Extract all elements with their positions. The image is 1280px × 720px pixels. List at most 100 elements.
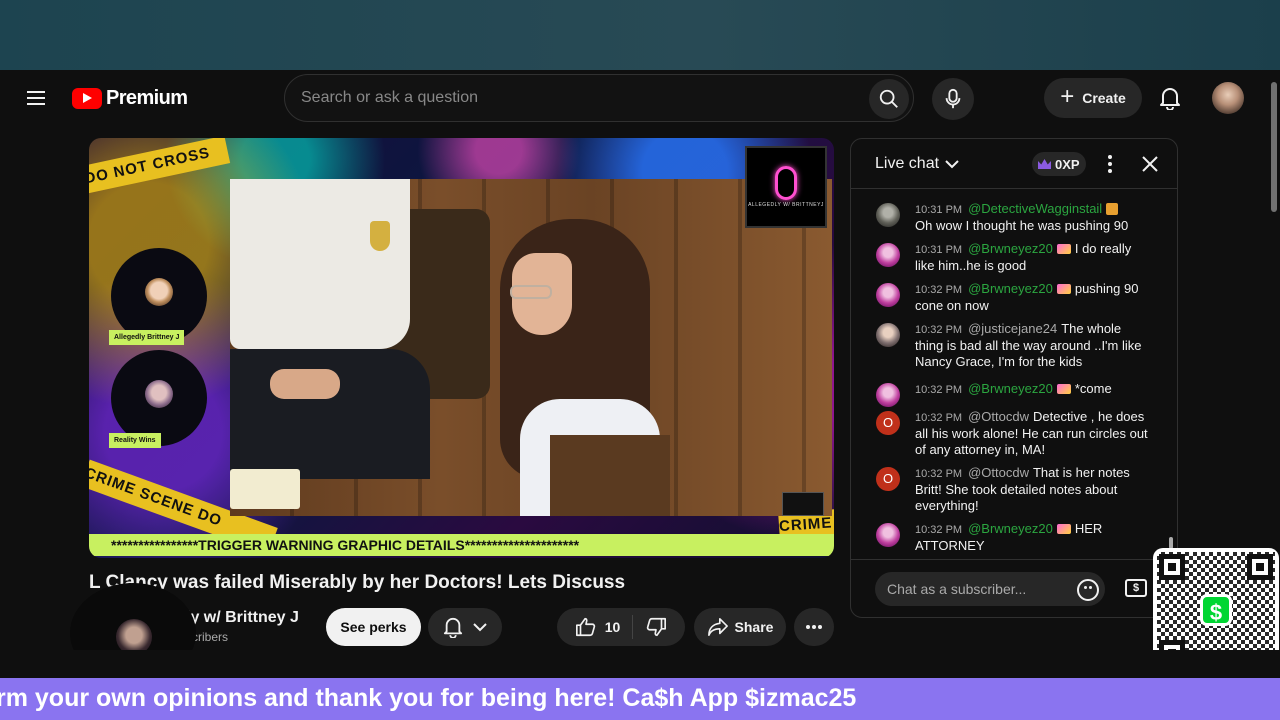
host-avatar bbox=[145, 278, 173, 306]
voice-search-button[interactable] bbox=[932, 78, 974, 120]
like-button[interactable]: 10 bbox=[565, 615, 634, 639]
chat-author[interactable]: @DetectiveWagginstail bbox=[968, 201, 1102, 216]
qr-finder bbox=[1159, 554, 1185, 580]
podcast-logo-text: ALLEGEDLY W/ BRITTNEYJ bbox=[748, 202, 824, 208]
like-count: 10 bbox=[604, 619, 621, 635]
live-chat-panel: Live chat 0XP 10:31 PM @DetectiveWagginst… bbox=[850, 138, 1178, 618]
chat-timestamp: 10:32 PM bbox=[915, 324, 963, 336]
share-icon bbox=[707, 618, 728, 636]
search-box bbox=[284, 74, 914, 122]
chat-author[interactable]: @Brwneyez20 bbox=[968, 281, 1053, 296]
chat-avatar[interactable] bbox=[876, 243, 900, 267]
account-avatar[interactable] bbox=[1212, 82, 1244, 114]
podcast-logo: ALLEGEDLY W/ BRITTNEYJ bbox=[745, 146, 827, 228]
chat-avatar[interactable]: O bbox=[876, 467, 900, 491]
chevron-down-icon bbox=[945, 160, 959, 169]
youtube-play-icon bbox=[72, 88, 102, 109]
like-dislike-group: 10 bbox=[557, 608, 685, 646]
chevron-down-icon bbox=[473, 623, 487, 632]
bell-icon bbox=[1160, 88, 1180, 110]
chat-author[interactable]: @Ottocdw bbox=[968, 465, 1029, 480]
stream-top-banner bbox=[0, 0, 1280, 70]
share-label: Share bbox=[734, 619, 774, 635]
page-scrollbar-thumb[interactable] bbox=[1271, 82, 1277, 212]
chat-author[interactable]: @justicejane24 bbox=[968, 321, 1057, 336]
live-chat-header: Live chat 0XP bbox=[851, 139, 1177, 189]
create-button[interactable]: + Create bbox=[1044, 78, 1142, 118]
see-perks-button[interactable]: See perks bbox=[326, 608, 421, 646]
host-camera-2 bbox=[111, 350, 207, 446]
notification-settings-button[interactable] bbox=[428, 608, 502, 646]
cash-app-icon: $ bbox=[1200, 594, 1232, 626]
dislike-button[interactable] bbox=[633, 616, 677, 638]
papers bbox=[230, 469, 300, 509]
chat-timestamp: 10:32 PM bbox=[915, 524, 963, 536]
more-actions-button[interactable] bbox=[794, 608, 834, 646]
brand-label: Premium bbox=[106, 87, 188, 109]
search-input[interactable] bbox=[301, 75, 841, 121]
menu-icon[interactable] bbox=[22, 84, 50, 112]
search-button[interactable] bbox=[869, 79, 909, 119]
microphone-icon bbox=[945, 88, 961, 109]
bell-icon bbox=[443, 617, 463, 638]
video-title: L Clancy was failed Miserably by her Doc… bbox=[89, 572, 626, 593]
court-officer bbox=[230, 179, 430, 516]
share-button[interactable]: Share bbox=[694, 608, 786, 646]
host-label-1: Allegedly Brittney J bbox=[109, 330, 185, 345]
masthead: Premium + Create bbox=[0, 70, 1280, 126]
crime-tape-top: 9 DO NOT CROSS bbox=[89, 138, 231, 197]
close-icon[interactable] bbox=[1139, 153, 1161, 175]
crown-icon bbox=[1038, 159, 1051, 169]
member-badge-icon bbox=[1056, 244, 1071, 254]
podcast-microphone-icon bbox=[775, 166, 797, 200]
chat-avatar[interactable] bbox=[876, 203, 900, 227]
member-badge-icon bbox=[1056, 524, 1071, 534]
chat-avatar[interactable] bbox=[876, 323, 900, 347]
courtroom-video bbox=[230, 179, 832, 516]
courtroom-bench bbox=[550, 435, 670, 516]
chat-timestamp: 10:32 PM bbox=[915, 468, 963, 480]
eyes-graphic bbox=[782, 492, 824, 516]
chat-options-button[interactable] bbox=[1105, 153, 1115, 175]
chat-avatar[interactable] bbox=[876, 283, 900, 307]
member-badge-icon bbox=[1056, 384, 1071, 394]
chat-author[interactable]: @Brwneyez20 bbox=[968, 241, 1053, 256]
chat-message-text: Oh wow I thought he was pushing 90 bbox=[915, 218, 1129, 233]
guest-avatar bbox=[145, 380, 173, 408]
emoji-icon[interactable] bbox=[1077, 579, 1099, 601]
xp-badge[interactable]: 0XP bbox=[1032, 152, 1086, 176]
channel-name[interactable]: ly w/ Brittney J bbox=[186, 609, 299, 627]
video-player[interactable]: 9 DO NOT CROSS CRIME SCENE DO CRIME SCEN… bbox=[89, 138, 834, 558]
stream-bottom-strip bbox=[0, 650, 1280, 678]
chat-input-area: $ bbox=[851, 559, 1177, 617]
live-chat-title: Live chat bbox=[875, 155, 940, 172]
chat-message-list[interactable]: 10:31 PM @DetectiveWagginstail Oh wow I th… bbox=[851, 191, 1177, 553]
chat-avatar[interactable] bbox=[876, 383, 900, 407]
chat-author[interactable]: @Ottocdw bbox=[968, 409, 1029, 424]
chat-timestamp: 10:31 PM bbox=[915, 244, 963, 256]
search-icon bbox=[879, 89, 898, 108]
chat-timestamp: 10:32 PM bbox=[915, 412, 963, 424]
youtube-premium-logo[interactable]: Premium bbox=[72, 87, 188, 110]
chat-input[interactable] bbox=[875, 572, 1105, 606]
trigger-warning-banner: ****************TRIGGER WARNING GRAPHIC … bbox=[89, 534, 834, 556]
chat-timestamp: 10:31 PM bbox=[915, 204, 963, 216]
member-badge-icon bbox=[1106, 203, 1119, 215]
chat-author[interactable]: @Brwneyez20 bbox=[968, 381, 1053, 396]
notifications-button[interactable] bbox=[1156, 84, 1184, 112]
chat-avatar[interactable]: O bbox=[876, 411, 900, 435]
plus-icon: + bbox=[1060, 83, 1075, 110]
qr-finder bbox=[1247, 554, 1273, 580]
member-badge-icon bbox=[1056, 284, 1071, 294]
super-chat-icon[interactable]: $ bbox=[1125, 579, 1147, 597]
chat-message-text: *come bbox=[1074, 381, 1112, 396]
more-horizontal-icon bbox=[806, 625, 822, 629]
chat-timestamp: 10:32 PM bbox=[915, 384, 963, 396]
chat-author[interactable]: @Brwneyez20 bbox=[968, 521, 1053, 536]
live-chat-mode-dropdown[interactable]: Live chat bbox=[875, 155, 959, 173]
thumbs-down-icon bbox=[647, 617, 667, 637]
create-label: Create bbox=[1082, 90, 1126, 106]
thumbs-up-icon bbox=[575, 617, 595, 637]
chat-avatar[interactable] bbox=[876, 523, 900, 547]
chat-timestamp: 10:32 PM bbox=[915, 284, 963, 296]
